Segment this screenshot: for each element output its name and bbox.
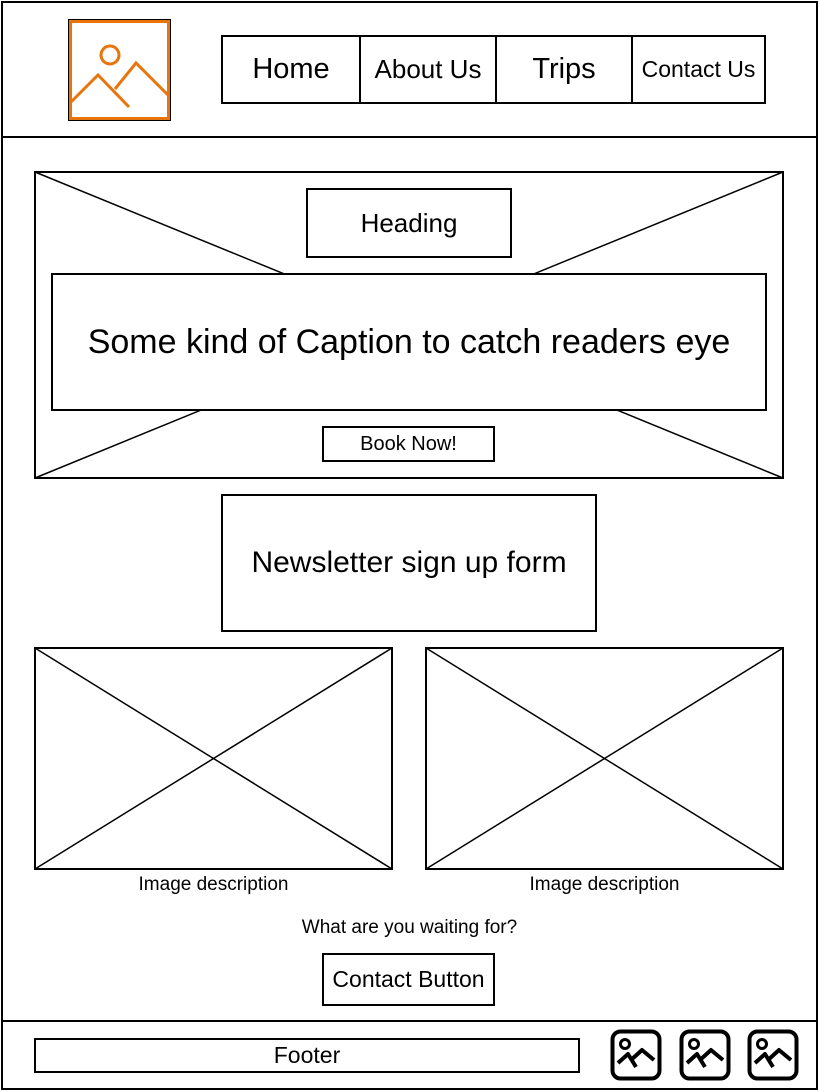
nav-about-us-label: About Us [374, 54, 482, 84]
nav-trips-label: Trips [532, 53, 596, 85]
hero-heading-text: Heading [360, 207, 458, 238]
book-now-button[interactable]: Book Now! [322, 426, 495, 462]
image-icon [747, 1029, 799, 1081]
nav-home[interactable]: Home [223, 37, 359, 102]
footer-bar: Footer [34, 1038, 580, 1073]
image-placeholder-icon [68, 19, 171, 121]
nav-contact-us-label: Contact Us [641, 56, 756, 82]
hero-caption: Some kind of Caption to catch readers ey… [51, 273, 767, 411]
nav-home-label: Home [252, 53, 330, 85]
cta-prompt: What are you waiting for? [301, 917, 518, 938]
social-icon-3[interactable] [747, 1029, 799, 1081]
image-icon [610, 1029, 662, 1081]
nav-trips[interactable]: Trips [495, 37, 631, 102]
header-divider [1, 136, 818, 138]
hero-caption-text: Some kind of Caption to catch readers ey… [87, 322, 731, 361]
contact-button-label: Contact Button [332, 966, 485, 992]
image-icon [679, 1029, 731, 1081]
footer-divider [1, 1020, 818, 1022]
header: Home About Us Trips Contact Us [0, 0, 819, 138]
gallery-image-1 [34, 647, 393, 870]
footer-label: Footer [273, 1042, 341, 1068]
social-icon-2[interactable] [679, 1029, 731, 1081]
image-placeholder-1 [34, 647, 393, 870]
contact-button[interactable]: Contact Button [322, 953, 495, 1006]
hero-heading: Heading [306, 188, 512, 258]
newsletter-label: Newsletter sign up form [251, 546, 567, 579]
main-nav: Home About Us Trips Contact Us [221, 35, 766, 104]
book-now-label: Book Now! [360, 432, 457, 455]
gallery-description-1: Image description [138, 874, 289, 895]
nav-about-us[interactable]: About Us [359, 37, 495, 102]
nav-contact-us[interactable]: Contact Us [631, 37, 764, 102]
image-placeholder-2 [425, 647, 784, 870]
social-icon-1[interactable] [610, 1029, 662, 1081]
gallery-image-2 [425, 647, 784, 870]
gallery-description-2: Image description [529, 874, 680, 895]
newsletter-form[interactable]: Newsletter sign up form [221, 494, 597, 632]
logo[interactable] [67, 18, 172, 122]
